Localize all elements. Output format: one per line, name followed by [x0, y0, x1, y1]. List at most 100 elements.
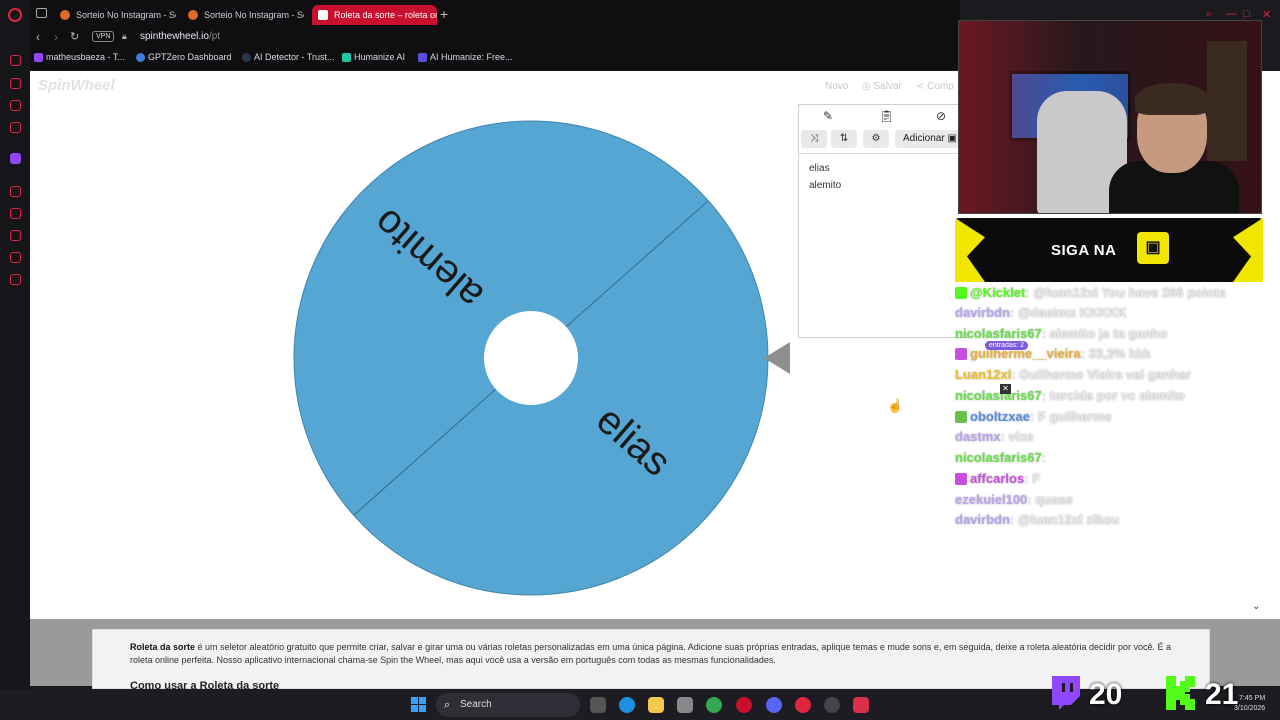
- minimize-icon[interactable]: —: [1226, 8, 1237, 20]
- tab-favicon-icon: [318, 10, 328, 20]
- sidebar-mail-icon[interactable]: [10, 122, 21, 133]
- share-icon: ≺: [916, 81, 928, 92]
- entries-editor: ✎ 📋︎ ⊘ ⤨ ⇅ ⚙ Adicionar ▣ elias alemito: [798, 104, 969, 339]
- opera-gx-icon[interactable]: [736, 697, 752, 713]
- new-tab-icon[interactable]: +: [440, 6, 448, 22]
- site-logo[interactable]: SpinWheel: [38, 77, 115, 94]
- ai-humanize-icon: [418, 53, 427, 62]
- bookmark-label: GPTZero Dashboard: [148, 52, 232, 62]
- sidebar-bag-icon[interactable]: [10, 78, 21, 89]
- bookmarks-bar: matheusbaeza - T... GPTZero Dashboard AI…: [30, 48, 960, 70]
- opera-sidebar: [0, 0, 30, 690]
- sidebar-twitch-icon[interactable]: [10, 153, 21, 164]
- twitch-bookmark-icon: [34, 53, 43, 62]
- windows-start-icon[interactable]: [411, 697, 427, 713]
- task-view-icon[interactable]: [590, 697, 606, 713]
- edit-pencil-icon[interactable]: ✎: [823, 109, 833, 123]
- entries-textarea[interactable]: elias alemito: [799, 153, 969, 339]
- tab-3-active[interactable]: Roleta da sorte – roleta on: [312, 5, 437, 25]
- sidebar-extensions-icon[interactable]: [10, 252, 21, 263]
- add-image-button[interactable]: Adicionar ▣: [895, 130, 967, 148]
- chat-message: Luan12xl: Guilherme Vieira vai ganhar: [955, 365, 1191, 385]
- spin-wheel[interactable]: alemito elias: [292, 119, 770, 597]
- chat-username: nicolasfaris67: [955, 326, 1042, 341]
- chat-text: : @luan12xl You have 266 points: [1025, 285, 1227, 300]
- reload-icon[interactable]: ↻: [70, 30, 79, 43]
- chevron-down-icon[interactable]: ⌄: [1252, 601, 1260, 612]
- edge-icon[interactable]: [619, 697, 635, 713]
- close-icon[interactable]: ✕: [1262, 8, 1271, 21]
- sort-icon[interactable]: ⇅: [831, 130, 857, 148]
- humanize-icon: [342, 53, 351, 62]
- nav-save-link[interactable]: ◎ Salvar: [862, 81, 902, 92]
- chrome-icon[interactable]: [706, 697, 722, 713]
- tab-2[interactable]: Sorteio No Instagram - So: [182, 5, 304, 25]
- sidebar-settings-icon[interactable]: [10, 274, 21, 285]
- url-host: spinthewheel.io: [140, 31, 209, 42]
- capcut-icon[interactable]: [853, 697, 869, 713]
- tab-overview-icon[interactable]: [36, 8, 47, 18]
- results-clipboard-icon[interactable]: 📋︎: [879, 109, 894, 123]
- nav-new-link[interactable]: Novo: [825, 81, 848, 92]
- chat-text: :: [1041, 450, 1047, 465]
- chat-message: ezekuiel100: quase: [955, 490, 1073, 510]
- opera-logo-icon[interactable]: [8, 8, 22, 22]
- ai-detector-icon: [242, 53, 251, 62]
- chat-text: : 33,3% kkk: [1080, 346, 1151, 361]
- tab-favicon-icon: [188, 10, 198, 20]
- bookmark-label: matheusbaeza - T...: [46, 52, 125, 62]
- description-card: Roleta da sorte é um seletor aleatório g…: [92, 629, 1210, 692]
- nav-share-link[interactable]: ≺ Comp: [916, 81, 954, 92]
- system-clock[interactable]: 7:45 PM 3/10/2026: [1234, 694, 1265, 714]
- wheel-hub[interactable]: [484, 311, 578, 405]
- vpn-badge[interactable]: VPN: [92, 31, 115, 42]
- shuffle-icon[interactable]: ⤨: [801, 130, 827, 148]
- back-icon[interactable]: ‹: [36, 30, 40, 44]
- discord-icon[interactable]: [766, 697, 782, 713]
- url-field[interactable]: spinthewheel.io/pt: [140, 31, 220, 42]
- chat-message: oboltzxae: F guilherme: [955, 407, 1112, 427]
- entries-count-badge: entradas: 2: [985, 341, 1029, 350]
- bookmark-4[interactable]: Humanize AI: [342, 52, 405, 62]
- shelf-shape: [1207, 41, 1247, 161]
- gptzero-icon: [136, 53, 145, 62]
- sidebar-player-icon[interactable]: [10, 186, 21, 197]
- follow-text: SIGA NA: [1051, 242, 1117, 259]
- sidebar-messenger-icon[interactable]: [10, 100, 21, 111]
- clock-date: 3/10/2026: [1234, 705, 1266, 712]
- window-search-icon[interactable]: ⌕: [1206, 8, 1212, 21]
- sidebar-arrow-icon[interactable]: [10, 55, 21, 66]
- forward-icon[interactable]: ›: [54, 30, 58, 44]
- tab-1[interactable]: Sorteio No Instagram - So: [54, 5, 176, 25]
- chat-username: ezekuiel100: [955, 492, 1028, 507]
- maximize-icon[interactable]: □: [1243, 8, 1250, 20]
- chat-username: davirbdn: [955, 305, 1010, 320]
- settings-gear-icon[interactable]: ⚙: [863, 130, 889, 148]
- bookmark-5[interactable]: AI Humanize: Free...: [418, 52, 513, 62]
- chat-text: : quase: [1027, 492, 1073, 507]
- tab-label: Sorteio No Instagram - So: [204, 10, 304, 20]
- bookmark-1[interactable]: matheusbaeza - T...: [34, 52, 125, 62]
- save-icon: ◎: [862, 81, 874, 92]
- bookmark-label: AI Detector - Trust...: [254, 52, 335, 62]
- nav-share-label: Comp: [927, 81, 954, 92]
- streamer-hair: [1135, 83, 1209, 115]
- editor-tabs: ✎ 📋︎ ⊘: [799, 105, 969, 129]
- tab-label: Roleta da sorte – roleta on: [334, 10, 437, 20]
- sidebar-bookmark-icon[interactable]: [10, 208, 21, 219]
- file-explorer-icon[interactable]: [648, 697, 664, 713]
- opera-icon[interactable]: [795, 697, 811, 713]
- wheel-pointer: [764, 342, 790, 374]
- hand-cursor-icon: ☝: [887, 398, 904, 413]
- store-icon[interactable]: [677, 697, 693, 713]
- bookmark-3[interactable]: AI Detector - Trust...: [242, 52, 335, 62]
- bookmark-2[interactable]: GPTZero Dashboard: [136, 52, 232, 62]
- entry-line: alemito: [809, 180, 842, 191]
- taskbar-search[interactable]: ⌕ Search: [436, 693, 580, 717]
- hide-eye-icon[interactable]: ⊘: [936, 109, 946, 123]
- lock-icon[interactable]: 🔒︎: [122, 31, 127, 42]
- sidebar-history-icon[interactable]: [10, 230, 21, 241]
- description-text: é um seletor aleatório gratuito que perm…: [130, 642, 1172, 665]
- obs-icon[interactable]: [824, 697, 840, 713]
- description-title: Roleta da sorte: [130, 642, 196, 652]
